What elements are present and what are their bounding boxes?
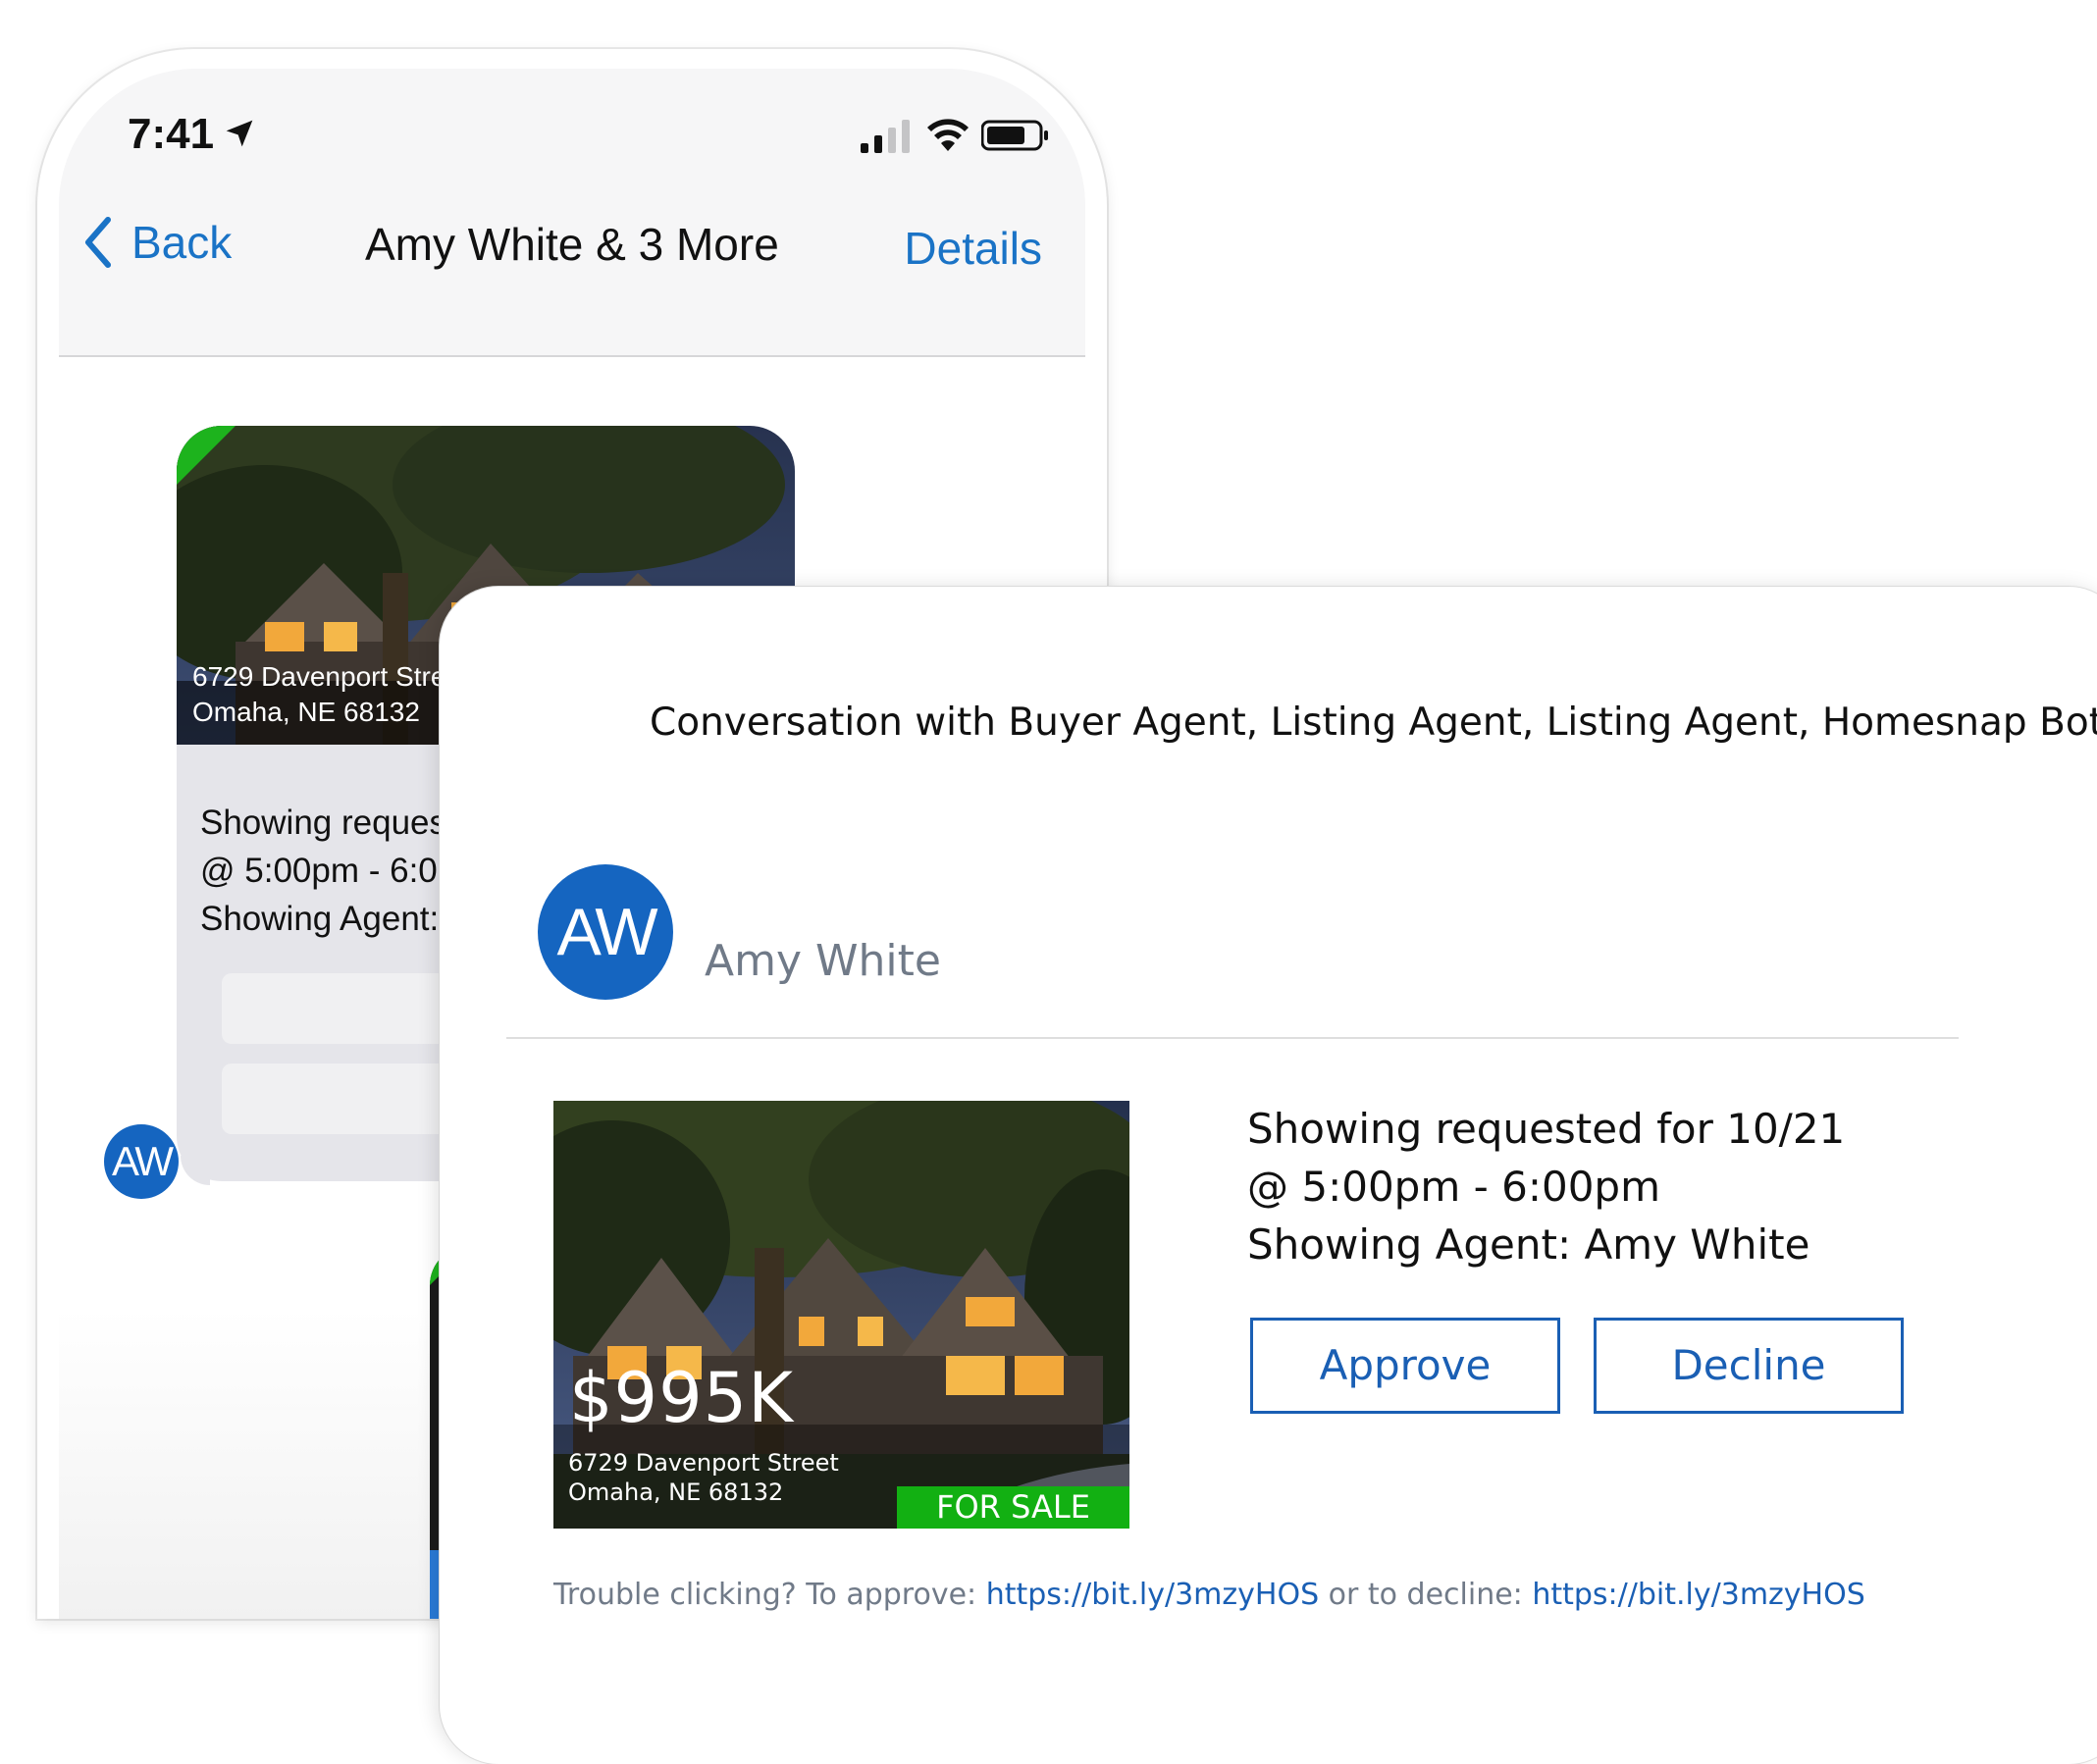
footer-prefix: Trouble clicking? To approve: bbox=[553, 1578, 986, 1612]
divider bbox=[506, 1037, 1959, 1039]
back-label: Back bbox=[131, 217, 233, 268]
bubble-tail bbox=[181, 1156, 210, 1185]
listing-card[interactable]: $995K 6729 Davenport Street Omaha, NE 68… bbox=[553, 1101, 1129, 1529]
email-card: Conversation with Buyer Agent, Listing A… bbox=[440, 587, 2097, 1764]
listing-address: 6729 Davenport Stre Omaha, NE 68132 bbox=[192, 659, 446, 730]
decline-button[interactable]: Decline bbox=[1594, 1318, 1904, 1414]
approve-link[interactable]: https://bit.ly/3mzyHOS bbox=[986, 1578, 1319, 1612]
conversation-heading: Conversation with Buyer Agent, Listing A… bbox=[650, 700, 2097, 745]
address-line-2: Omaha, NE 68132 bbox=[568, 1479, 784, 1506]
address-line-1: 6729 Davenport Street bbox=[568, 1449, 839, 1477]
avatar: AW bbox=[104, 1124, 179, 1199]
status-time: 7:41 bbox=[128, 110, 215, 158]
sender-name: Amy White bbox=[705, 936, 941, 986]
wifi-icon bbox=[927, 119, 969, 151]
address-line-1: 6729 Davenport Stre bbox=[192, 661, 446, 692]
listing-address: 6729 Davenport Street Omaha, NE 68132 bbox=[568, 1448, 839, 1507]
decline-link[interactable]: https://bit.ly/3mzyHOS bbox=[1532, 1578, 1864, 1612]
messages-header: 7:41 Back Amy White & 3 More Details bbox=[59, 69, 1085, 357]
trouble-clicking-note: Trouble clicking? To approve: https://bi… bbox=[553, 1578, 1865, 1612]
back-button[interactable]: Back bbox=[80, 216, 232, 269]
details-button[interactable]: Details bbox=[904, 222, 1042, 275]
chevron-left-icon bbox=[85, 217, 111, 268]
footer-middle: or to decline: bbox=[1319, 1578, 1533, 1612]
listing-price: $995K bbox=[569, 1358, 795, 1438]
address-line-2: Omaha, NE 68132 bbox=[192, 697, 420, 727]
battery-icon bbox=[981, 120, 1048, 151]
message-text: Showing reques @ 5:00pm - 6:0 Showing Ag… bbox=[200, 804, 446, 938]
approve-button[interactable]: Approve bbox=[1250, 1318, 1560, 1414]
sender-avatar: AW bbox=[538, 864, 673, 1000]
status-corner-badge bbox=[177, 426, 236, 485]
for-sale-badge: FOR SALE bbox=[897, 1486, 1129, 1529]
location-arrow-icon bbox=[226, 120, 253, 147]
cellular-signal-icon bbox=[861, 120, 910, 153]
conversation-title: Amy White & 3 More bbox=[365, 219, 779, 270]
showing-request-text: Showing requested for 10/21 @ 5:00pm - 6… bbox=[1247, 1105, 1846, 1269]
